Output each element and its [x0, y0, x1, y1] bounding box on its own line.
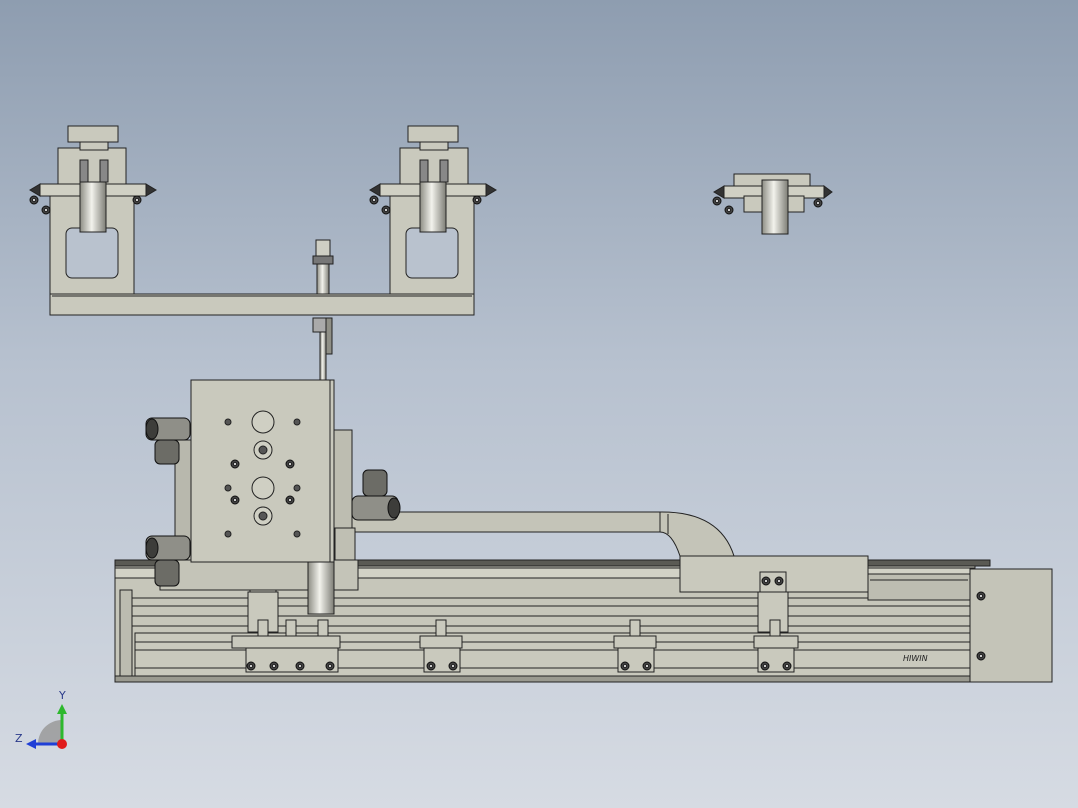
rail-brand-label: HIWIN: [903, 654, 928, 663]
triad-arc: [38, 720, 62, 744]
proximity-sensor: [312, 239, 334, 295]
gripper-finger: [79, 181, 107, 233]
y-axis-arrow: [57, 704, 67, 714]
gripper-finger: [761, 179, 789, 235]
air-hose: [349, 511, 735, 557]
beam-plate: [49, 293, 475, 316]
guide-rod: [312, 317, 333, 381]
z-axis-label: Z: [15, 732, 23, 745]
axis-triad[interactable]: Y Z: [15, 689, 67, 749]
gripper-1: [29, 125, 157, 295]
y-axis-label: Y: [58, 689, 66, 702]
assembly-drawing: HIWIN Y Z: [15, 125, 1053, 749]
gripper-finger: [419, 181, 447, 233]
cylinder-body: [190, 379, 335, 563]
gripper-3: [712, 173, 833, 235]
fitting-right: [351, 469, 401, 521]
cylinder-block: [159, 379, 359, 615]
x-axis-dot: [57, 739, 67, 749]
gripper-2: [369, 125, 497, 295]
cross-beam: [49, 293, 475, 316]
cad-viewport[interactable]: HIWIN Y Z: [0, 0, 1078, 808]
end-cap: [969, 568, 1053, 683]
z-axis-arrow: [26, 739, 36, 749]
piston-rod: [307, 561, 335, 615]
